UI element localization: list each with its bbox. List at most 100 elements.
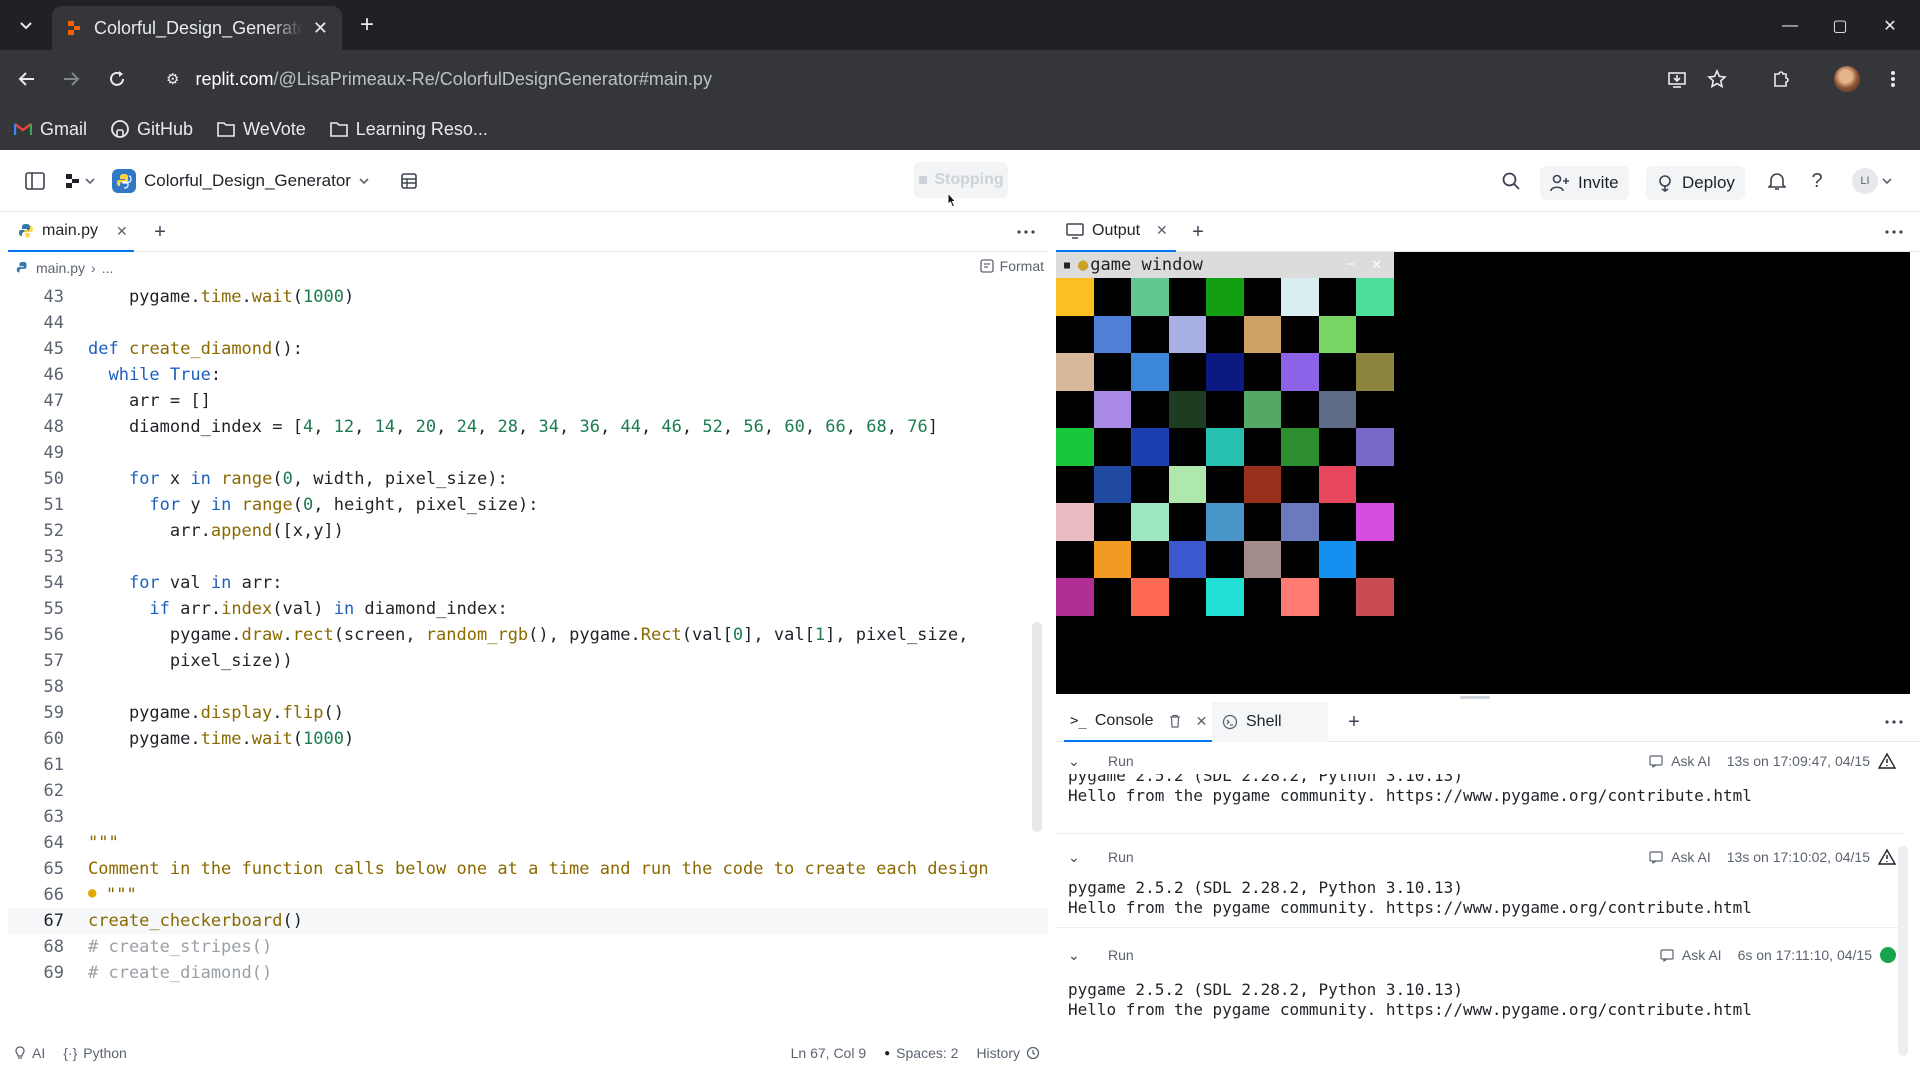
code-editor[interactable]: 43 pygame.time.wait(1000) 44 45 def creat… [8,284,1048,1022]
add-console-tab-button[interactable]: + [1340,708,1368,736]
code-line: 53 [8,544,1048,570]
bookmark-label: WeVote [243,118,306,139]
lightbulb-icon[interactable]: ● [88,885,96,901]
language-status[interactable]: {·} Python [63,1045,127,1061]
repl-name-selector[interactable]: Colorful_Design_Generator [112,166,369,196]
tab-console[interactable]: >_ Console ✕ [1064,702,1214,742]
breadcrumb-file[interactable]: main.py [36,260,85,276]
grid-cell [1093,315,1132,354]
bookmark-learning-resources[interactable]: Learning Reso... [329,119,488,140]
vnc-output-view[interactable]: ■ ● game window — ✕ [1056,252,1910,694]
ask-ai-button[interactable]: Ask AI [1682,947,1722,963]
reload-button[interactable] [102,64,132,94]
chevron-down-icon[interactable]: ⌄ [1068,947,1084,964]
grid-cell [1168,540,1207,579]
ask-ai-button[interactable]: Ask AI [1671,849,1711,865]
grid-cell [1056,428,1094,466]
run-label: Run [1108,753,1134,769]
profile-avatar[interactable] [1834,66,1860,92]
ai-status[interactable]: AI [14,1045,45,1061]
workspace-menu-button[interactable] [60,166,100,196]
line-code: if arr.index(val) in diamond_index: [149,599,508,619]
grid-cell [1056,353,1094,391]
forward-button[interactable] [56,64,86,94]
notifications-button[interactable] [1762,166,1792,196]
bookmark-star-button[interactable] [1702,64,1732,94]
code-line: 61 [8,752,1048,778]
console-run-entry: ⌄ Run Ask AI 6s on 17:11:10, 04/15 pygam… [1056,928,1906,1028]
address-bar[interactable]: ⚙ replit.com/@LisaPrimeaux-Re/ColorfulDe… [150,58,1670,100]
browser-tab-active[interactable]: Colorful_Design_Generator ✕ [52,6,342,50]
replit-favicon [68,21,80,35]
run-stop-button[interactable]: Stopping [914,162,1008,198]
bookmark-gmail[interactable]: Gmail [14,119,87,140]
pygame-snake-icon: ● [1078,255,1089,275]
close-console-tab-icon[interactable]: ✕ [1196,713,1208,730]
indent-label: Spaces: 2 [896,1045,959,1061]
breadcrumb-ellipsis[interactable]: ... [102,260,114,276]
site-settings-icon[interactable]: ⚙ [166,70,179,88]
close-window-button[interactable]: ✕ [1876,12,1904,40]
grid-cell [1206,278,1244,316]
minimize-window-button[interactable]: — [1776,12,1804,40]
extensions-button[interactable] [1766,64,1796,94]
add-output-tab-button[interactable]: + [1184,218,1212,246]
grid-cell [1318,315,1357,354]
bookmark-github[interactable]: GitHub [111,119,193,140]
browser-menu-button[interactable] [1878,64,1908,94]
grid-cell [1131,353,1169,391]
run-status-label: Stopping [934,171,1004,188]
tab-output[interactable]: Output ✕ [1056,212,1176,252]
window-close-icon[interactable]: ✕ [1372,254,1382,273]
editor-scrollbar[interactable] [1032,622,1042,832]
grid-cell [1356,390,1394,429]
line-code: pygame.display.flip() [88,703,344,723]
toggle-sidebar-button[interactable] [20,166,50,196]
pane-resize-handle[interactable] [1460,696,1490,699]
folder-icon [217,120,235,138]
help-button[interactable]: ? [1802,166,1832,196]
chevron-down-icon[interactable]: ⌄ [1068,753,1084,770]
output-more-button[interactable] [1880,218,1908,246]
close-file-tab-icon[interactable]: ✕ [116,223,128,240]
ask-ai-button[interactable]: Ask AI [1671,753,1711,769]
cursor-position[interactable]: Ln 67, Col 9 [791,1045,867,1061]
invite-button[interactable]: Invite [1540,166,1629,200]
history-button[interactable]: History [976,1045,1040,1061]
close-tab-icon[interactable]: ✕ [313,18,328,39]
game-window-titlebar[interactable]: ■ ● game window — ✕ [1056,252,1394,278]
format-button[interactable]: Format [980,258,1044,274]
trash-icon[interactable] [1168,714,1182,728]
console-more-button[interactable] [1880,708,1908,736]
indent-setting[interactable]: ● Spaces: 2 [884,1045,958,1061]
grid-cell [1168,503,1207,541]
search-button[interactable] [1496,166,1526,196]
grid-cell [1281,465,1319,504]
close-output-tab-icon[interactable]: ✕ [1156,222,1168,239]
tab-shell[interactable]: Shell [1212,702,1328,742]
line-number: 65 [43,859,64,879]
tab-list-button[interactable] [12,12,40,40]
chevron-down-icon[interactable]: ⌄ [1068,849,1084,866]
add-editor-tab-button[interactable]: + [146,218,174,246]
install-app-button[interactable] [1662,64,1692,94]
grid-cell [1281,578,1319,616]
grid-cell [1093,540,1132,579]
console-scrollbar[interactable] [1898,846,1908,1056]
editor-more-button[interactable] [1012,218,1040,246]
deploy-button[interactable]: Deploy [1646,166,1745,200]
output-pane: Output ✕ + ■ ● game window — ✕ [1056,212,1920,696]
window-minimize-icon[interactable]: — [1346,256,1354,272]
new-tab-button[interactable]: + [352,10,382,40]
star-icon [1707,69,1727,89]
grid-cell [1356,465,1394,504]
bookmark-wevote[interactable]: WeVote [217,119,306,140]
restore-window-button[interactable]: ▢ [1826,12,1854,40]
file-tab-main-py[interactable]: main.py ✕ [8,212,134,252]
code-line: 48 diamond_index = [4, 12, 14, 20, 24, 2… [8,414,1048,440]
user-menu[interactable]: LI [1852,166,1892,196]
database-button[interactable] [394,166,424,196]
grid-cell [1318,503,1357,541]
back-button[interactable] [12,64,42,94]
line-number: 62 [43,781,64,801]
